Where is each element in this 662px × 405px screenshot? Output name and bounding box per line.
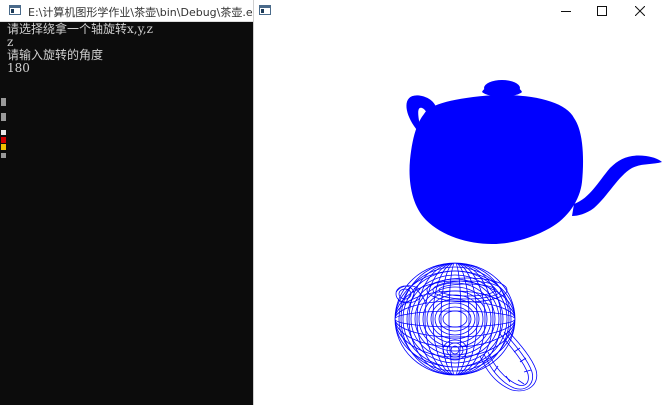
render-canvas[interactable] bbox=[254, 22, 662, 405]
edge-mark bbox=[1, 113, 6, 121]
console-title: E:\计算机图形学作业\茶壶\bin\Debug\茶壶.exe bbox=[28, 6, 266, 19]
close-icon bbox=[635, 6, 645, 16]
console-line: 180 bbox=[7, 61, 30, 75]
graphics-window bbox=[253, 0, 662, 405]
minimize-icon bbox=[561, 11, 571, 12]
edge-mark bbox=[1, 153, 6, 158]
solid-teapot bbox=[406, 80, 662, 244]
edge-mark bbox=[1, 130, 6, 135]
graphics-app-icon bbox=[259, 5, 271, 15]
wireframe-teapot-body bbox=[394, 262, 516, 376]
edge-mark bbox=[1, 144, 6, 150]
wireframe-teapot bbox=[394, 262, 538, 392]
console-output[interactable]: 请选择绕拿一个轴旋转x,y,z z 请输入旋转的角度 180 bbox=[7, 23, 253, 405]
edge-mark bbox=[1, 137, 6, 143]
solid-teapot-spout bbox=[572, 155, 662, 216]
maximize-icon bbox=[597, 6, 607, 16]
close-button[interactable] bbox=[620, 0, 660, 22]
console-window: E:\计算机图形学作业\茶壶\bin\Debug\茶壶.exe 请选择绕拿一个轴… bbox=[0, 0, 265, 405]
console-titlebar[interactable]: E:\计算机图形学作业\茶壶\bin\Debug\茶壶.exe bbox=[0, 0, 265, 22]
solid-teapot-body bbox=[409, 94, 584, 244]
minimize-button[interactable] bbox=[546, 0, 586, 22]
console-line: 请输入旋转的角度 bbox=[7, 48, 104, 62]
wireframe-teapot-mesh bbox=[395, 263, 515, 375]
edge-mark bbox=[1, 98, 6, 106]
maximize-button[interactable] bbox=[582, 0, 622, 22]
graphics-titlebar[interactable] bbox=[254, 0, 662, 22]
background-window-edge bbox=[0, 23, 7, 405]
console-line: 请选择绕拿一个轴旋转x,y,z bbox=[7, 22, 153, 36]
console-app-icon bbox=[9, 5, 21, 15]
